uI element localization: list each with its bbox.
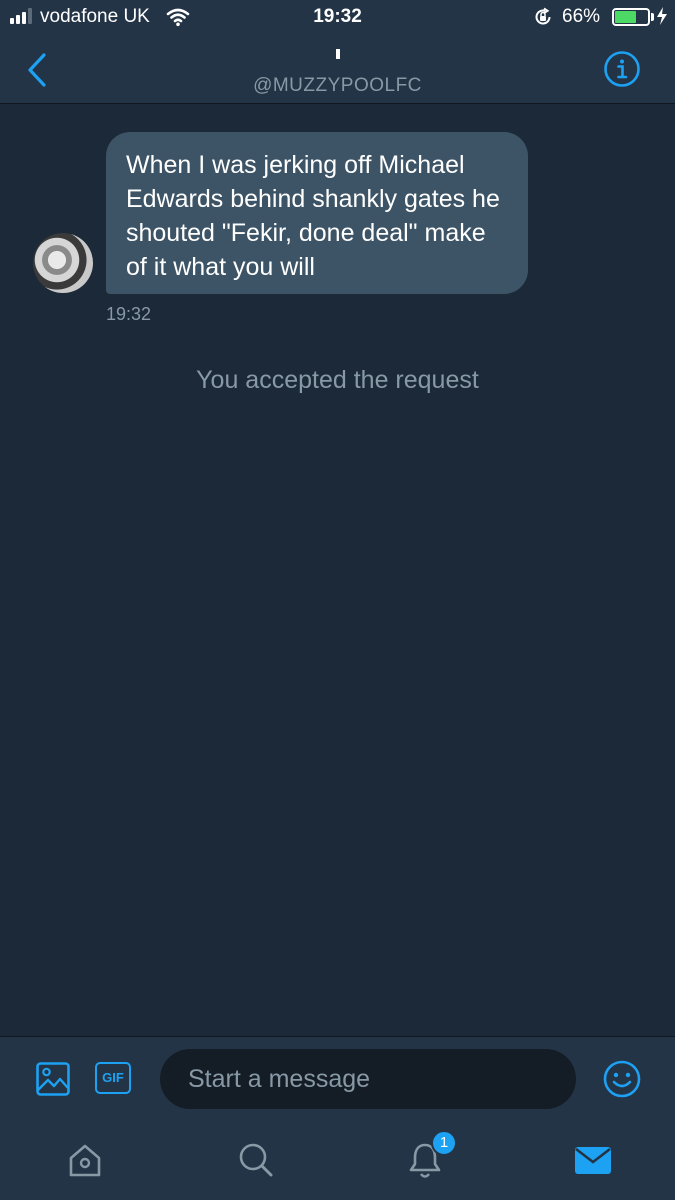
tab-home[interactable] bbox=[63, 1138, 107, 1182]
conversation-name bbox=[336, 49, 340, 59]
header: vodafone UK 19:32 66% @MUZZYPOOLFC bbox=[0, 0, 675, 104]
battery-icon bbox=[612, 8, 650, 26]
status-bar: vodafone UK 19:32 66% bbox=[0, 0, 675, 36]
image-icon bbox=[36, 1062, 70, 1096]
battery-percent: 66% bbox=[562, 6, 601, 27]
conversation-handle: @MUZZYPOOLFC bbox=[253, 75, 422, 96]
notification-badge: 1 bbox=[431, 1130, 457, 1156]
envelope-icon bbox=[575, 1147, 611, 1174]
emoji-icon bbox=[603, 1060, 641, 1098]
battery-level bbox=[615, 11, 637, 23]
search-icon bbox=[239, 1143, 273, 1177]
info-button[interactable] bbox=[603, 50, 641, 88]
charging-bolt-icon bbox=[657, 7, 667, 25]
emoji-button[interactable] bbox=[602, 1059, 642, 1099]
message-input[interactable] bbox=[160, 1049, 576, 1109]
gif-button[interactable]: GIF bbox=[95, 1062, 131, 1094]
sender-avatar[interactable] bbox=[33, 233, 93, 293]
system-message: You accepted the request bbox=[196, 366, 479, 394]
tab-bar: 1 bbox=[0, 1122, 675, 1200]
rotation-lock-icon bbox=[535, 7, 551, 25]
gif-icon: GIF bbox=[102, 1070, 124, 1085]
message-timestamp: 19:32 bbox=[106, 304, 152, 324]
composer-bar: GIF bbox=[0, 1036, 675, 1122]
message-bubble[interactable]: When I was jerking off Michael Edwards b… bbox=[106, 132, 528, 294]
battery-cap bbox=[651, 13, 654, 21]
image-button[interactable] bbox=[35, 1061, 71, 1097]
tab-search[interactable] bbox=[234, 1138, 278, 1182]
tab-messages[interactable] bbox=[571, 1138, 615, 1182]
home-icon bbox=[69, 1144, 101, 1177]
info-icon bbox=[604, 51, 640, 87]
